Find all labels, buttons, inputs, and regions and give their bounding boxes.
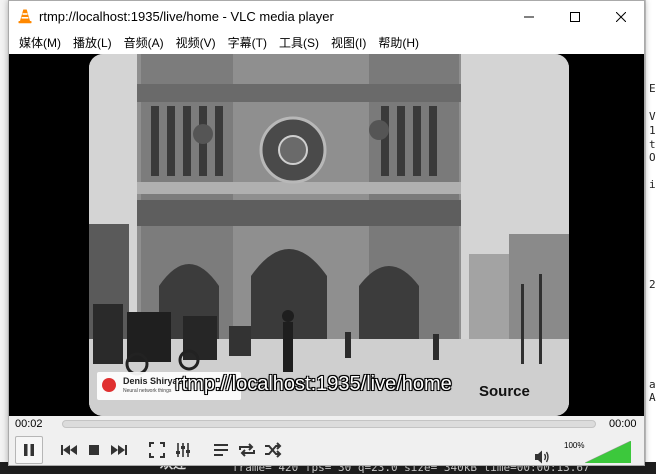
maximize-button[interactable]: [552, 1, 598, 32]
bg-char: t: [649, 138, 656, 151]
control-bar: 100%: [9, 433, 644, 465]
seek-bar-row: 00:02 00:00: [9, 416, 644, 433]
title-bar[interactable]: rtmp://localhost:1935/live/home - VLC me…: [9, 1, 644, 32]
extended-settings-icon: [176, 443, 190, 457]
video-frame: [89, 54, 569, 416]
cathedral-scene-image: [89, 54, 569, 416]
bg-char: E: [649, 82, 656, 95]
menu-media[interactable]: 媒体(M): [13, 32, 67, 54]
shuffle-button[interactable]: [261, 438, 285, 462]
close-button[interactable]: [598, 1, 644, 32]
bg-char: A: [649, 391, 656, 404]
close-icon: [616, 11, 626, 22]
menu-bar: 媒体(M) 播放(L) 音频(A) 视频(V) 字幕(T) 工具(S) 视图(I…: [9, 32, 644, 54]
menu-tools[interactable]: 工具(S): [273, 32, 325, 54]
minimize-button[interactable]: [506, 1, 552, 32]
background-terminal-right: E V 1 t O i 2 a A: [645, 0, 656, 474]
stop-icon: [89, 445, 99, 455]
menu-help[interactable]: 帮助(H): [372, 32, 425, 54]
playlist-button[interactable]: [209, 438, 233, 462]
pause-icon: [24, 444, 34, 456]
vlc-window: rtmp://localhost:1935/live/home - VLC me…: [8, 0, 645, 466]
menu-audio[interactable]: 音频(A): [118, 32, 170, 54]
extended-settings-button[interactable]: [171, 438, 195, 462]
playlist-icon: [214, 444, 228, 456]
elapsed-time: 00:02: [15, 418, 43, 430]
loop-icon: [239, 443, 255, 457]
watermark-logo-mark: [102, 378, 116, 392]
fullscreen-icon: [149, 442, 165, 458]
next-icon: [111, 445, 127, 455]
window-title: rtmp://localhost:1935/live/home - VLC me…: [39, 9, 334, 24]
speaker-icon[interactable]: [534, 449, 550, 465]
menu-view[interactable]: 视图(I): [325, 32, 372, 54]
volume-slider[interactable]: [585, 441, 631, 463]
volume-percent: 100%: [564, 441, 585, 450]
menu-video[interactable]: 视频(V): [170, 32, 222, 54]
watermark-tagline: Neural network things: [123, 388, 172, 394]
next-button[interactable]: [107, 438, 131, 462]
osd-stream-url: rtmp://localhost:1935/live/home: [175, 373, 452, 395]
menu-subtitle[interactable]: 字幕(T): [222, 32, 273, 54]
desktop-background-left: [0, 0, 8, 474]
shuffle-icon: [265, 442, 282, 458]
watermark-source: Source: [479, 383, 530, 400]
vlc-cone-icon: [18, 9, 32, 24]
stop-button[interactable]: [82, 438, 106, 462]
maximize-icon: [570, 11, 580, 22]
play-pause-button[interactable]: [15, 436, 43, 464]
bg-char: 2: [649, 278, 656, 291]
loop-button[interactable]: [235, 438, 259, 462]
previous-icon: [61, 445, 77, 455]
seek-slider[interactable]: [62, 420, 596, 428]
bg-char: 1: [649, 124, 656, 137]
video-area[interactable]: Denis Shiryaev Neural network things Sou…: [9, 54, 644, 416]
total-time[interactable]: 00:00: [609, 418, 637, 430]
bg-char: V: [649, 110, 656, 123]
minimize-icon: [524, 16, 534, 17]
previous-button[interactable]: [57, 438, 81, 462]
bg-char: O: [649, 151, 656, 164]
menu-playback[interactable]: 播放(L): [67, 32, 118, 54]
fullscreen-button[interactable]: [145, 438, 169, 462]
bg-char: i: [649, 178, 656, 191]
bg-char: a: [649, 378, 656, 391]
